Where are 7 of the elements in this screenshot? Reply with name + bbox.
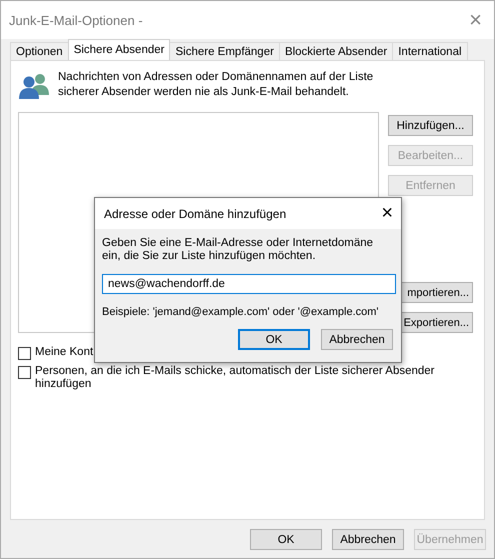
- prompt-text: Geben Sie eine E-Mail-Adresse oder Internetdomäne ein, die Sie zur Liste hinzufügen möchten.: [102, 237, 374, 263]
- dialog-title: Adresse oder Domäne hinzufügen: [104, 206, 286, 220]
- checkbox-label: Personen, an die ich E-Mails schicke, automatisch der Liste sicherer Absender hinzufügen: [35, 365, 436, 391]
- window-title: Junk-E-Mail-Optionen -: [9, 12, 143, 28]
- checkbox-label: Meine Kont: [35, 346, 94, 359]
- example-text: Beispiele: 'jemand@example.com' oder '@example.com': [102, 306, 380, 318]
- description-text: Nachrichten von Adressen oder Domänennamen auf der Liste sicherer Absender werden nie als Junk-E-Mail behandelt.: [58, 70, 374, 100]
